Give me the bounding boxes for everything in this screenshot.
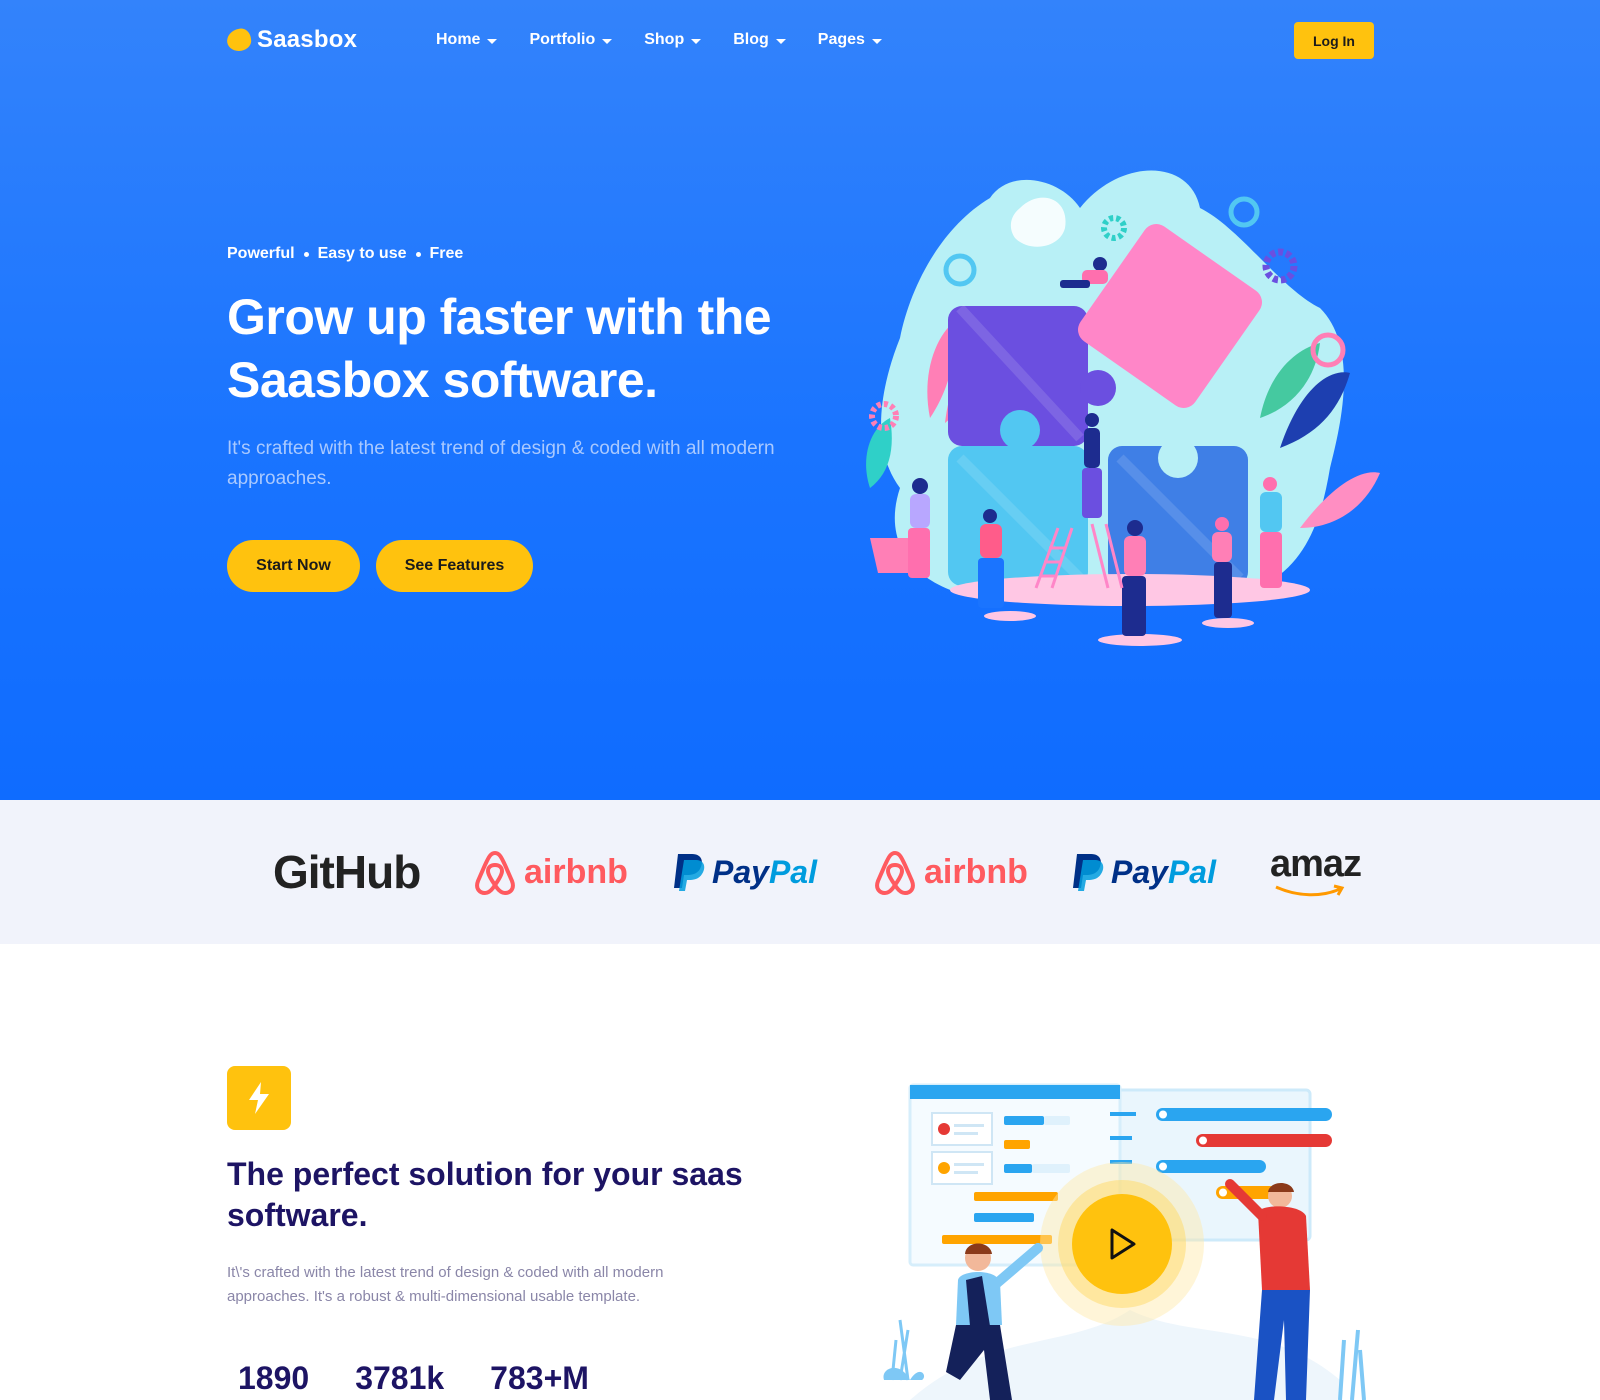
stat-value: 3781k <box>355 1360 445 1396</box>
brand-logo[interactable]: Saasbox <box>225 26 358 54</box>
puzzle-team-illustration <box>866 170 1380 646</box>
hero-tagline: Powerful Easy to use Free <box>227 245 463 263</box>
solution-title: The perfect solution for your saas softw… <box>227 1156 743 1233</box>
hero-title-line2: Saasbox software. <box>227 352 658 408</box>
caret-down-icon <box>775 38 786 44</box>
airbnb-wordmark: airbnb <box>924 852 1028 891</box>
menu-item-portfolio[interactable]: Portfolio <box>529 31 613 49</box>
separator-dot <box>415 251 421 257</box>
stats-row: 1890 3781k 783+M <box>238 1360 635 1397</box>
hero-section: Saasbox Home Portfolio Shop Blog Pages L… <box>0 0 1600 800</box>
logo-mark-icon <box>225 27 253 53</box>
tag-powerful: Powerful <box>227 245 295 262</box>
play-button[interactable] <box>1072 1194 1172 1294</box>
tag-free: Free <box>429 245 464 262</box>
stat-value: 783+M <box>490 1360 589 1396</box>
hero-subtitle: It's crafted with the latest trend of de… <box>227 438 775 489</box>
caret-down-icon <box>691 38 702 44</box>
airbnb-logo: airbnb <box>872 844 1028 900</box>
github-logo: GitHub <box>273 844 421 900</box>
paypal-logo: Pay Pal <box>672 844 817 900</box>
login-button[interactable]: Log In <box>1294 22 1374 59</box>
menu-item-pages[interactable]: Pages <box>818 31 882 49</box>
airbnb-wordmark: airbnb <box>524 852 628 891</box>
paypal-word-pay: Pay <box>1111 853 1168 890</box>
bolt-icon <box>249 1082 269 1114</box>
top-navbar: Saasbox Home Portfolio Shop Blog Pages L… <box>225 22 1374 62</box>
menu-item-shop[interactable]: Shop <box>644 31 702 49</box>
airbnb-icon <box>475 850 515 896</box>
hero-title-line1: Grow up faster with the <box>227 289 772 345</box>
paypal-icon <box>1073 854 1104 891</box>
amazon-logo: amaz <box>1270 836 1362 906</box>
caret-down-icon <box>602 38 613 44</box>
menu-item-blog[interactable]: Blog <box>733 31 786 49</box>
brand-name: Saasbox <box>257 26 358 53</box>
menu-item-label: Pages <box>817 31 865 48</box>
main-menu: Home Portfolio Shop Blog Pages <box>436 31 914 49</box>
menu-item-label: Home <box>436 31 481 48</box>
airbnb-icon <box>875 850 915 896</box>
airbnb-logo: airbnb <box>472 844 628 900</box>
caret-down-icon <box>487 38 498 44</box>
start-now-button[interactable]: Start Now <box>227 540 360 592</box>
amazon-wordmark: amaz <box>1270 843 1362 885</box>
hero-title: Grow up faster with the Saasbox software… <box>227 286 827 412</box>
feature-icon-box <box>227 1066 291 1130</box>
solution-description: It\'s crafted with the latest trend of d… <box>227 1264 664 1305</box>
caret-down-icon <box>871 38 882 44</box>
github-wordmark: GitHub <box>273 846 421 898</box>
paypal-logo: Pay Pal <box>1071 844 1216 900</box>
brand-logo-strip: GitHub airbnb Pay Pal airbnb Pay Pal ama… <box>0 800 1600 944</box>
menu-item-label: Shop <box>644 31 685 48</box>
stat-value: 1890 <box>238 1360 310 1396</box>
paypal-icon <box>674 854 705 891</box>
menu-item-label: Blog <box>733 31 769 48</box>
hero-cta-row: Start Now See Features <box>227 540 533 592</box>
dashboard-team-illustration <box>883 1083 1366 1400</box>
menu-item-home[interactable]: Home <box>436 31 498 49</box>
separator-dot <box>303 251 309 257</box>
paypal-word-pay: Pay <box>712 853 769 890</box>
paypal-word-pal: Pal <box>768 853 817 890</box>
amazon-smile-icon <box>1275 884 1345 897</box>
see-features-button[interactable]: See Features <box>376 540 533 592</box>
paypal-word-pal: Pal <box>1167 853 1216 890</box>
menu-item-label: Portfolio <box>529 31 596 48</box>
tag-easy: Easy to use <box>317 245 407 262</box>
